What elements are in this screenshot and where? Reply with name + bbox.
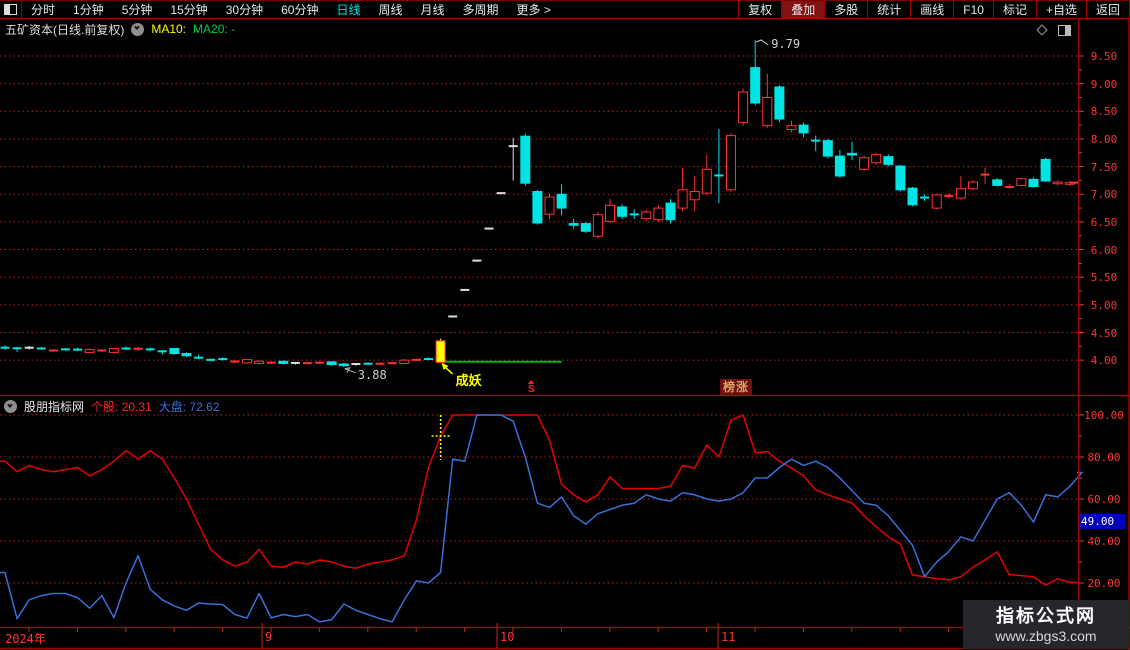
indicator-header: 股朋指标网 个股: 20.31 大盘: 72.62 [4, 399, 219, 414]
price-axis-label: 9.50 [1090, 50, 1118, 63]
indicator-axis-label: 40.00 [1087, 535, 1121, 548]
tool-button-8[interactable]: 返回 [1085, 1, 1130, 18]
month-label: 10 [500, 630, 515, 644]
price-axis-label: 8.00 [1090, 132, 1118, 146]
tool-button-1[interactable]: 叠加 [781, 1, 825, 18]
ma10-label: MA10: [151, 22, 187, 36]
signal-annotation: 成妖 [455, 372, 482, 388]
tool-button-4[interactable]: 画线 [910, 1, 953, 18]
tool-button-5[interactable]: F10 [953, 1, 993, 18]
indicator-axis-marker: 49.00 [1079, 514, 1126, 530]
up-arrow-icon [528, 377, 535, 384]
watermark-url: www.zbgs3.com [995, 627, 1097, 644]
market-indicator-value: 72.62 [189, 400, 220, 414]
tools-menu: 复权 叠加 多股 统计 画线 F10 标记 +自选 返回 [738, 1, 1130, 18]
indicator-axis-label: 80.00 [1087, 451, 1121, 464]
period-tab-6[interactable]: 日线 [327, 1, 369, 18]
price-axis-label: 4.00 [1090, 354, 1118, 368]
period-tab-4[interactable]: 30分钟 [217, 1, 272, 18]
market-indicator-label: 大盘: 72.62 [158, 400, 220, 414]
tool-button-3[interactable]: 统计 [867, 1, 910, 18]
price-axis-label: 4.50 [1090, 326, 1118, 340]
top-menu-bar: 分时 1分钟 5分钟 15分钟 30分钟 60分钟 日线 周线 月线 多周期 更多 > 复权 叠加 多股… [0, 0, 1130, 19]
period-tab-9[interactable]: 多周期 [454, 1, 508, 18]
stock-indicator-label: 个股: 20.31 [91, 400, 152, 414]
watermark: 指标公式网 www.zbgs3.com [963, 600, 1129, 649]
price-axis-label: 7.00 [1090, 188, 1118, 202]
symbol-title: 五矿资本(日线.前复权) [5, 22, 125, 37]
price-axis-label: 6.00 [1090, 243, 1118, 257]
ma20-label: MA20: - [193, 22, 236, 36]
tool-button-2[interactable]: 多股 [824, 1, 867, 18]
peak-price-annotation: 9.79 [771, 37, 801, 51]
chart-title-bar: 五矿资本(日线.前复权) MA10: MA20: - [5, 21, 235, 37]
buy-signal-marker: S [528, 377, 535, 395]
tool-button-0[interactable]: 复权 [738, 1, 781, 18]
chevron-down-icon[interactable] [131, 22, 145, 36]
chevron-down-icon[interactable] [4, 400, 17, 413]
period-tab-5[interactable]: 60分钟 [272, 1, 327, 18]
period-tab-3[interactable]: 15分钟 [161, 1, 216, 18]
tool-button-7[interactable]: +自选 [1035, 1, 1086, 18]
indicator-axis-label: 60.00 [1087, 493, 1121, 506]
period-tab-7[interactable]: 周线 [369, 1, 411, 18]
period-tab-10[interactable]: 更多 > [508, 1, 560, 18]
low-price-annotation: 3.88 [357, 367, 387, 382]
period-tab-1[interactable]: 1分钟 [64, 1, 113, 18]
rank-badge: 榜涨 [720, 379, 753, 395]
split-view-icon[interactable] [1058, 25, 1071, 36]
price-axis-label: 5.00 [1090, 298, 1118, 312]
watermark-title: 指标公式网 [996, 605, 1096, 626]
indicator-name: 股朋指标网 [24, 400, 85, 414]
price-axis-label: 6.50 [1090, 215, 1118, 229]
period-tab-2[interactable]: 5分钟 [113, 1, 162, 18]
period-tab-8[interactable]: 月线 [412, 1, 454, 18]
period-tab-0[interactable]: 分时 [22, 1, 64, 18]
price-axis-label: 5.50 [1090, 271, 1118, 285]
indicator-axis-label: 100.00 [1084, 409, 1124, 422]
price-axis-label: 8.50 [1090, 105, 1118, 119]
month-label: 11 [721, 630, 736, 644]
price-axis-label: 7.50 [1090, 160, 1118, 174]
period-menu: 分时 1分钟 5分钟 15分钟 30分钟 60分钟 日线 周线 月线 多周期 更多 > [22, 1, 560, 18]
chart-canvas[interactable] [0, 0, 1130, 650]
stock-indicator-value: 20.31 [121, 400, 152, 414]
month-label: 9 [265, 630, 273, 644]
diamond-icon[interactable] [1036, 24, 1048, 36]
indicator-axis-label: 20.00 [1087, 577, 1121, 590]
year-label: 2024年 [5, 632, 46, 646]
price-axis-label: 9.00 [1090, 77, 1118, 91]
tool-button-6[interactable]: 标记 [992, 1, 1036, 18]
layout-split-icon[interactable] [4, 4, 17, 15]
trading-app-window: 分时 1分钟 5分钟 15分钟 30分钟 60分钟 日线 周线 月线 多周期 更多 > 复权 叠加 多股… [0, 0, 1130, 650]
title-bar-icons [1036, 24, 1071, 36]
